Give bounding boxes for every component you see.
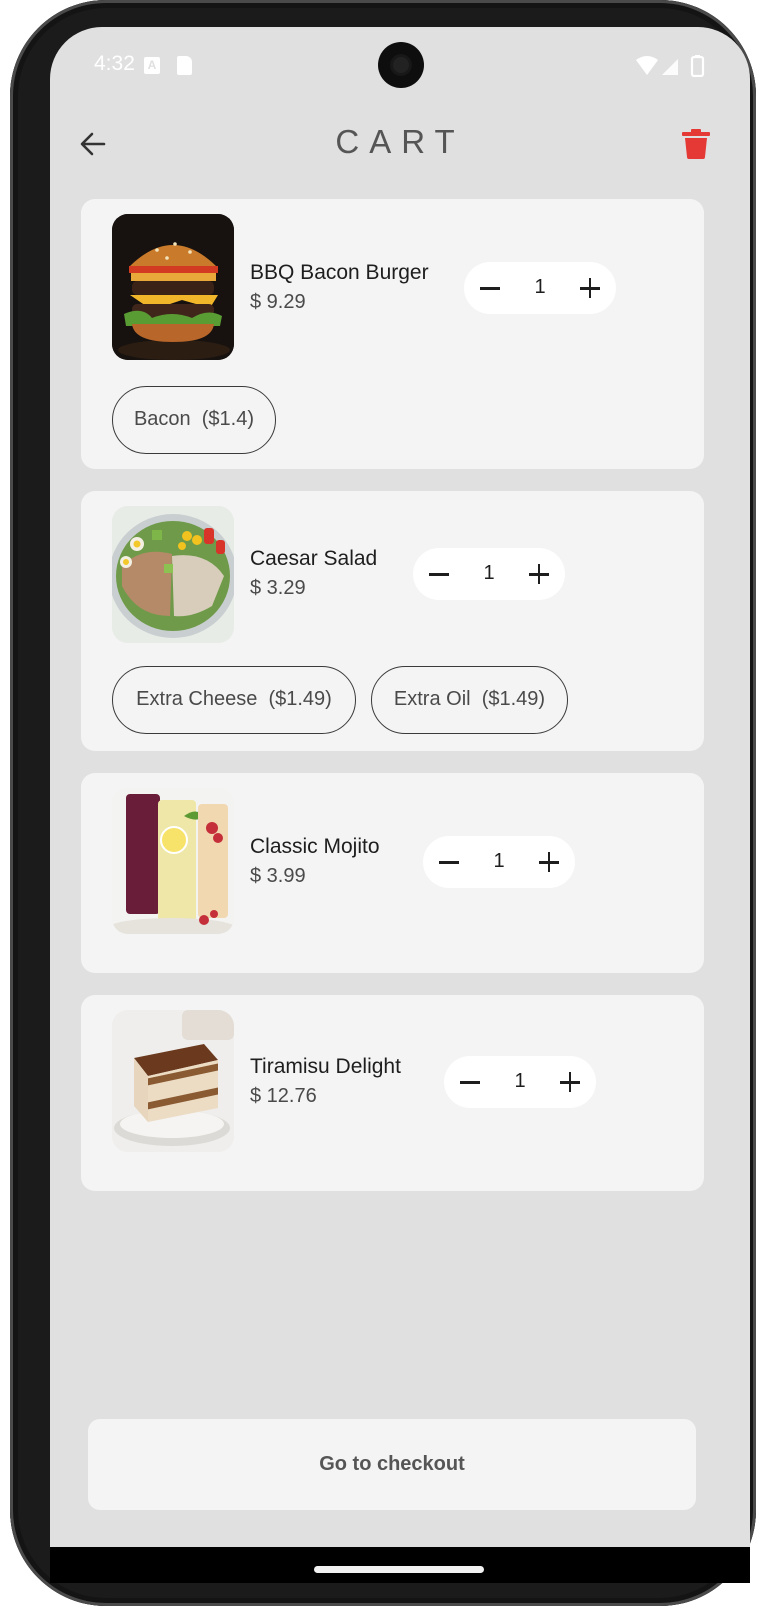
decrease-quantity-button[interactable] — [444, 1056, 496, 1108]
salad-photo — [112, 506, 234, 643]
addon-chip[interactable]: Bacon ($1.4) — [112, 386, 276, 454]
quantity-value: 1 — [493, 850, 505, 872]
item-price: $ 12.76 — [250, 1085, 317, 1107]
cart-item-card: BBQ Bacon Burger $ 9.29 1 Bacon ($1.4) — [81, 199, 704, 469]
quantity-value: 1 — [534, 276, 546, 298]
increase-quantity-button[interactable] — [544, 1056, 596, 1108]
tiramisu-photo — [112, 1010, 234, 1152]
item-name: Caesar Salad — [250, 547, 378, 570]
burger-photo — [112, 214, 234, 360]
cart-item-card: Classic Mojito $ 3.99 1 — [81, 773, 704, 973]
keyboard-notification-icon: A — [144, 57, 160, 74]
quantity-value: 1 — [483, 562, 495, 584]
increase-quantity-button[interactable] — [523, 836, 575, 888]
increase-quantity-button[interactable] — [564, 262, 616, 314]
sd-card-icon — [177, 56, 192, 75]
cart-item-card: Caesar Salad $ 3.29 1 Extra Cheese ($1.4… — [81, 491, 704, 751]
quantity-stepper: 1 — [413, 548, 565, 600]
delete-icon[interactable] — [682, 129, 710, 159]
status-icons — [636, 55, 705, 77]
increase-quantity-button[interactable] — [513, 548, 565, 600]
checkout-button[interactable]: Go to checkout — [88, 1419, 696, 1510]
addon-chip[interactable]: Extra Oil ($1.49) — [371, 666, 568, 734]
item-name: Classic Mojito — [250, 835, 380, 858]
item-name: BBQ Bacon Burger — [250, 261, 429, 284]
page-title: CART — [335, 123, 465, 160]
decrease-quantity-button[interactable] — [413, 548, 465, 600]
status-time: 4:32 — [94, 52, 135, 75]
battery-icon — [690, 55, 705, 77]
app-screen: 4:32 A CART BBQ Bacon Burger $ 9.29 1 Ba… — [50, 27, 750, 1547]
item-price: $ 3.29 — [250, 577, 306, 599]
decrease-quantity-button[interactable] — [423, 836, 475, 888]
quantity-value: 1 — [514, 1070, 526, 1092]
item-price: $ 3.99 — [250, 865, 306, 887]
navigation-bar — [50, 1547, 750, 1583]
mojito-photo — [112, 788, 234, 934]
item-price: $ 9.29 — [250, 291, 306, 313]
quantity-stepper: 1 — [464, 262, 616, 314]
quantity-stepper: 1 — [423, 836, 575, 888]
wifi-icon — [636, 56, 658, 75]
cart-item-card: Tiramisu Delight $ 12.76 1 — [81, 995, 704, 1191]
decrease-quantity-button[interactable] — [464, 262, 516, 314]
signal-icon — [662, 59, 678, 75]
phone-frame: 4:32 A CART BBQ Bacon Burger $ 9.29 1 Ba… — [10, 0, 756, 1606]
home-gesture-handle[interactable] — [314, 1566, 484, 1573]
front-camera — [378, 42, 424, 88]
quantity-stepper: 1 — [444, 1056, 596, 1108]
addon-chip[interactable]: Extra Cheese ($1.49) — [112, 666, 356, 734]
item-name: Tiramisu Delight — [250, 1055, 401, 1078]
